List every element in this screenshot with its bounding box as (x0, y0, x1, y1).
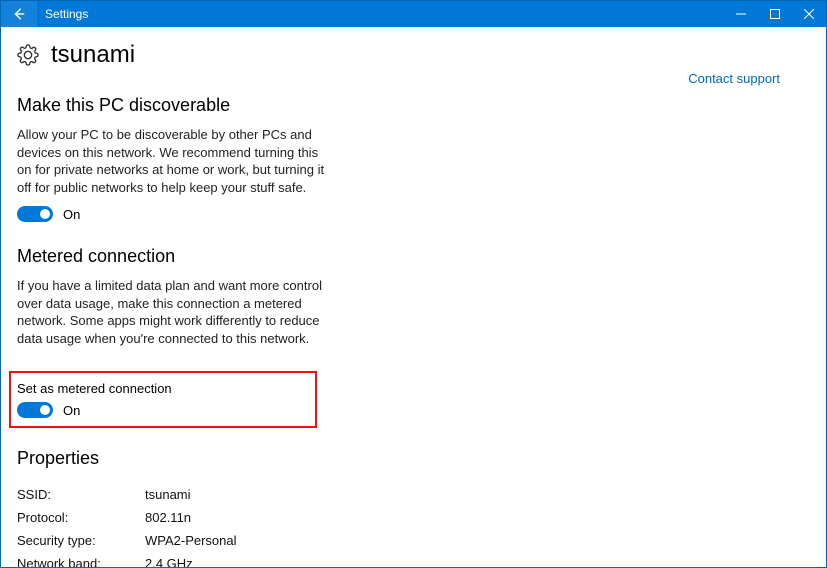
property-key: SSID: (17, 487, 145, 502)
maximize-icon (770, 9, 780, 19)
discoverable-title: Make this PC discoverable (17, 95, 810, 116)
maximize-button[interactable] (758, 1, 792, 27)
titlebar: Settings (1, 1, 826, 27)
content-area: tsunami Contact support Make this PC dis… (1, 27, 826, 567)
discoverable-toggle[interactable] (17, 206, 53, 222)
metered-desc: If you have a limited data plan and want… (17, 277, 327, 347)
properties-title: Properties (17, 448, 810, 469)
property-row: Protocol:802.11n (17, 506, 810, 529)
property-key: Protocol: (17, 510, 145, 525)
gear-icon (17, 44, 39, 66)
property-value: 802.11n (145, 510, 191, 525)
metered-title: Metered connection (17, 246, 810, 267)
metered-highlight-box: Set as metered connection On (9, 371, 317, 428)
property-value: 2.4 GHz (145, 556, 193, 567)
minimize-icon (736, 9, 746, 19)
discoverable-desc: Allow your PC to be discoverable by othe… (17, 126, 327, 196)
property-key: Security type: (17, 533, 145, 548)
window-title: Settings (37, 7, 88, 21)
property-row: Network band:2.4 GHz (17, 552, 810, 567)
property-key: Network band: (17, 556, 145, 567)
close-button[interactable] (792, 1, 826, 27)
minimize-button[interactable] (724, 1, 758, 27)
metered-toggle-label: On (63, 403, 80, 418)
contact-support-link[interactable]: Contact support (688, 71, 780, 86)
back-button[interactable] (1, 1, 37, 27)
property-row: Security type:WPA2-Personal (17, 529, 810, 552)
arrow-left-icon (12, 7, 26, 21)
discoverable-section: Make this PC discoverable Allow your PC … (17, 95, 810, 222)
metered-toggle-title: Set as metered connection (17, 381, 309, 396)
page-title: tsunami (51, 41, 135, 69)
property-value: tsunami (145, 487, 191, 502)
metered-toggle[interactable] (17, 402, 53, 418)
page-header: tsunami (17, 41, 810, 69)
close-icon (804, 9, 814, 19)
discoverable-toggle-label: On (63, 207, 80, 222)
discoverable-toggle-row: On (17, 206, 810, 222)
metered-section: Metered connection If you have a limited… (17, 246, 810, 347)
property-row: SSID:tsunami (17, 483, 810, 506)
properties-list: SSID:tsunamiProtocol:802.11nSecurity typ… (17, 483, 810, 567)
property-value: WPA2-Personal (145, 533, 237, 548)
metered-toggle-row: On (17, 402, 309, 418)
